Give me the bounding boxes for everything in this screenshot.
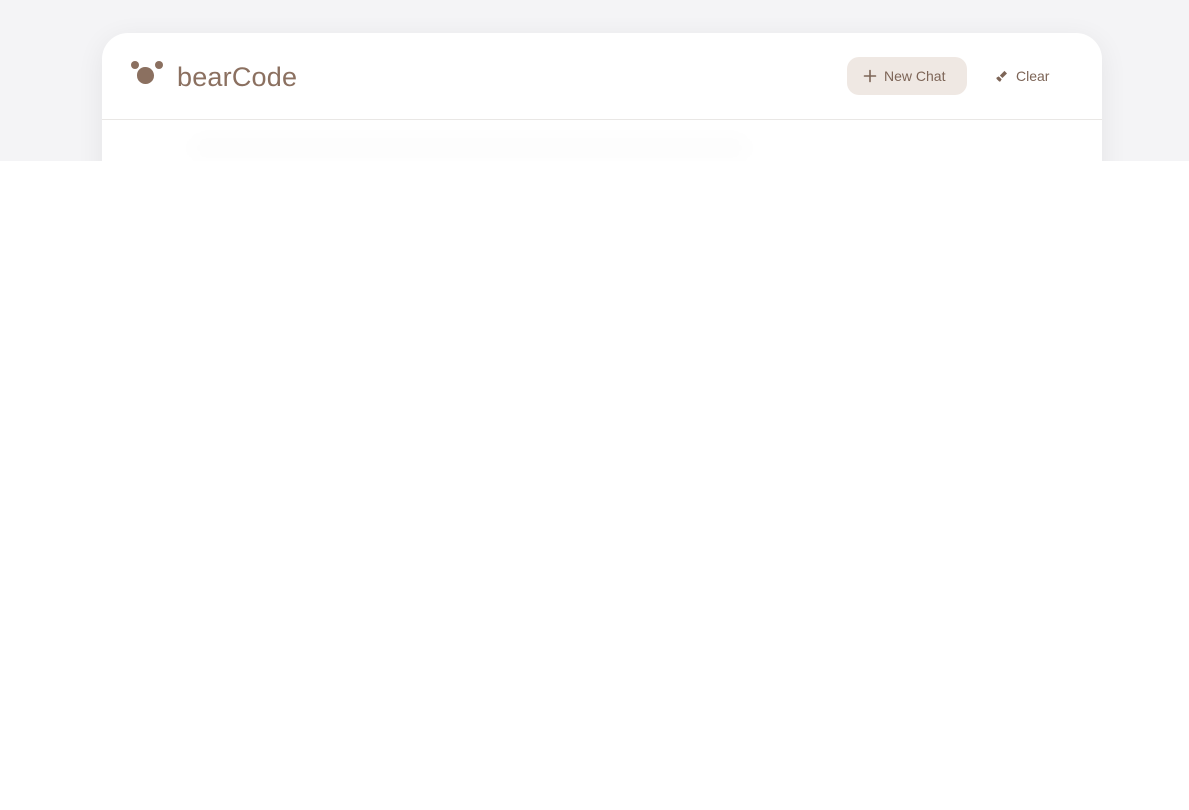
plus-icon <box>863 69 877 83</box>
app-header: bearCode New Chat Clear <box>102 33 1102 120</box>
clear-button[interactable]: Clear <box>980 57 1072 95</box>
loading-placeholder <box>192 138 747 158</box>
new-chat-button[interactable]: New Chat <box>847 57 967 95</box>
bear-right-ear <box>155 61 163 69</box>
app-title: bearCode <box>177 62 298 92</box>
page-background: bearCode New Chat Clear <box>0 0 1189 161</box>
bear-logo-icon <box>130 59 164 87</box>
chat-window: bearCode New Chat Clear <box>102 33 1102 161</box>
clear-label: Clear <box>1016 68 1050 84</box>
broom-icon <box>995 69 1009 83</box>
new-chat-label: New Chat <box>884 68 946 84</box>
chat-content-area <box>102 120 1102 161</box>
bear-head <box>137 67 154 84</box>
bear-left-ear <box>131 61 139 69</box>
